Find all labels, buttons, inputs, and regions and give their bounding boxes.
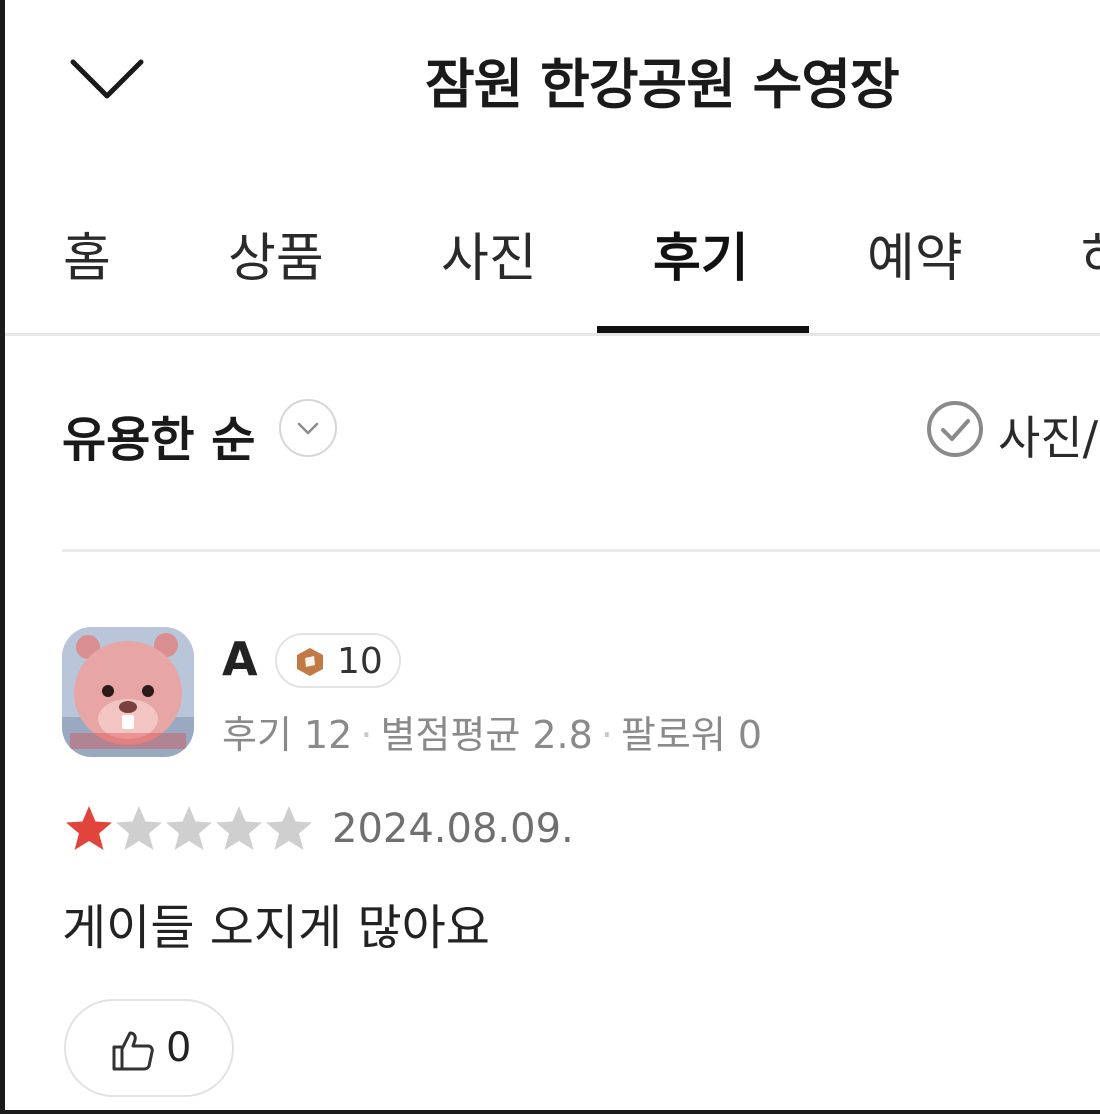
star-empty-icon xyxy=(116,806,162,850)
photo-filter-label: 사진/ xyxy=(998,411,1099,465)
collapse-button[interactable] xyxy=(67,52,147,108)
separator-dot: · xyxy=(360,713,373,757)
sort-dropdown-label[interactable]: 유용한 순 xyxy=(62,400,255,470)
follower-count: 팔로워 0 xyxy=(620,713,763,757)
tab-more[interactable]: 하 xyxy=(1081,216,1100,291)
separator-dot: · xyxy=(600,713,613,757)
tab-reviews[interactable]: 후기 xyxy=(653,216,749,291)
window-edge xyxy=(0,0,5,1114)
review-count: 후기 12 xyxy=(222,713,353,757)
chevron-down-icon xyxy=(70,59,144,99)
star-empty-icon xyxy=(166,806,212,850)
active-tab-indicator xyxy=(597,326,809,333)
chevron-down-icon xyxy=(297,422,319,435)
beaver-avatar-image xyxy=(62,627,194,757)
star-filled-icon xyxy=(66,806,112,850)
tab-products[interactable]: 상품 xyxy=(228,216,324,291)
star-empty-icon xyxy=(216,806,262,850)
reviewer-stats: 후기 12 · 별점평균 2.8 · 팔로워 0 xyxy=(222,704,762,759)
review-date: 2024.08.09. xyxy=(332,806,574,852)
like-button[interactable]: 0 xyxy=(64,999,234,1097)
star-empty-icon xyxy=(266,806,312,850)
thumbs-up-icon xyxy=(112,1031,154,1071)
reviewer-name[interactable]: A xyxy=(222,632,258,686)
tab-bar: 홈 상품 사진 후기 예약 하 xyxy=(5,196,1100,336)
tab-photos[interactable]: 사진 xyxy=(441,216,537,291)
like-count: 0 xyxy=(166,1025,192,1071)
level-badge-icon xyxy=(297,648,323,676)
reviewer-level-badge: 10 xyxy=(275,633,401,688)
section-divider xyxy=(62,549,1100,552)
average-rating: 별점평균 2.8 xyxy=(380,713,593,757)
window-edge xyxy=(0,1110,1100,1114)
tab-home[interactable]: 홈 xyxy=(63,216,111,291)
sort-dropdown-button[interactable] xyxy=(279,399,337,457)
reviewer-level: 10 xyxy=(337,641,383,682)
check-circle-icon xyxy=(927,401,983,457)
page-title: 잠원 한강공원 수영장 xyxy=(425,53,900,116)
top-bar: 잠원 한강공원 수영장 xyxy=(5,0,1100,160)
avatar[interactable] xyxy=(62,627,194,757)
review-body: 게이들 오지게 많아요 xyxy=(62,900,490,956)
tab-reservation[interactable]: 예약 xyxy=(867,216,963,291)
